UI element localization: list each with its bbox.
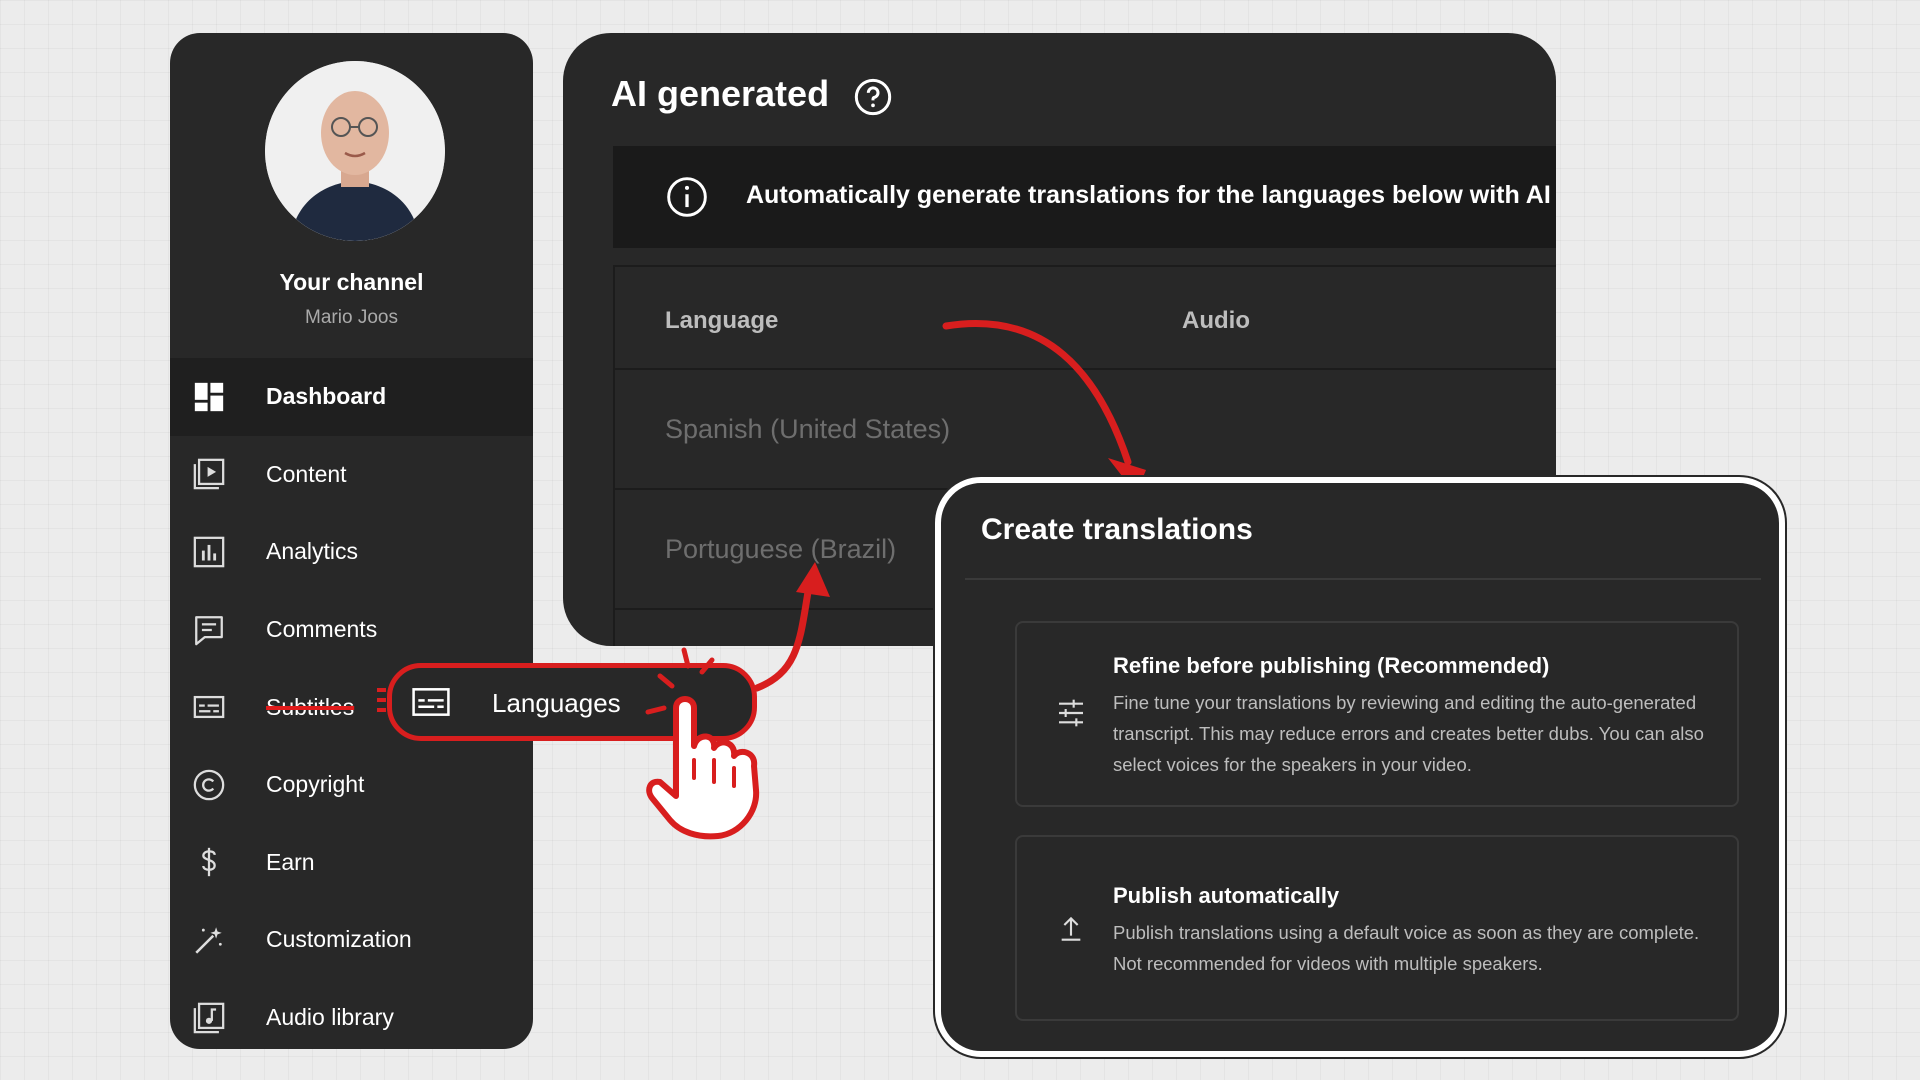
- publish-automatically-option[interactable]: Publish automatically Publish translatio…: [1015, 835, 1739, 1021]
- language-cell: Spanish (United States): [665, 414, 951, 444]
- earn-icon: [202, 848, 216, 877]
- help-icon[interactable]: [853, 77, 893, 117]
- refine-before-publishing-option[interactable]: Refine before publishing (Recommended) F…: [1015, 621, 1739, 807]
- channel-title: Your channel: [279, 269, 424, 295]
- sidebar-item-label: Analytics: [266, 538, 359, 565]
- comments-icon: [195, 615, 223, 645]
- sidebar-item-content[interactable]: Content: [170, 436, 533, 514]
- column-header-audio: Audio: [1182, 307, 1250, 334]
- option-title: Publish automatically: [1113, 883, 1340, 908]
- option-description: Publish translations using a default voi…: [1113, 922, 1700, 974]
- copyright-icon: [193, 769, 225, 801]
- table-row[interactable]: Spanish (United States): [615, 370, 1556, 490]
- languages-icon: [412, 688, 450, 716]
- sidebar-item-copyright[interactable]: Copyright: [170, 746, 533, 824]
- dashboard-icon: [194, 382, 224, 411]
- subtitles-icon: [193, 696, 225, 719]
- language-cell: Portuguese (Brazil): [665, 534, 897, 564]
- tune-icon: [1059, 699, 1083, 727]
- divider: [965, 578, 1761, 580]
- sidebar-item-label: Customization: [266, 926, 412, 953]
- languages-menu-item[interactable]: Languages: [387, 663, 757, 741]
- sidebar-item-earn[interactable]: Earn: [170, 824, 533, 902]
- upload-icon: [1061, 916, 1081, 941]
- dialog-title: Create translations: [981, 513, 1253, 546]
- sidebar-item-analytics[interactable]: Analytics: [170, 513, 533, 591]
- table-header: Language Audio: [615, 267, 1556, 370]
- panel-title: AI generated: [611, 73, 830, 114]
- sidebar-item-label: Comments: [266, 616, 378, 643]
- create-translations-dialog: Create translations Refine before publis…: [935, 477, 1785, 1057]
- sidebar-item-label: Audio library: [266, 1004, 394, 1031]
- info-banner: Automatically generate translations for …: [613, 146, 1556, 248]
- audio-library-icon: [193, 1002, 225, 1033]
- sidebar-item-audio-library[interactable]: Audio library: [170, 979, 533, 1049]
- content-icon: [193, 459, 225, 490]
- analytics-icon: [193, 536, 225, 568]
- sidebar-item-dashboard[interactable]: Dashboard: [170, 358, 533, 436]
- avatar[interactable]: [265, 61, 445, 241]
- sidebar-item-label: Dashboard: [266, 383, 387, 410]
- option-description: Fine tune your translations by reviewing…: [1113, 692, 1704, 775]
- option-title: Refine before publishing (Recommended): [1113, 653, 1550, 678]
- sidebar-item-comments[interactable]: Comments: [170, 591, 533, 669]
- column-header-language: Language: [665, 307, 779, 334]
- info-icon: [667, 177, 707, 217]
- avatar-photo: [265, 61, 445, 241]
- channel-name: Mario Joos: [305, 307, 398, 328]
- sidebar-item-label: Copyright: [266, 771, 365, 798]
- sidebar-item-label: Earn: [266, 848, 315, 875]
- customization-icon: [195, 927, 222, 954]
- languages-label: Languages: [492, 688, 621, 718]
- sidebar-item-label: Content: [266, 460, 347, 487]
- sidebar-item-label: Subtitles: [266, 693, 355, 720]
- banner-text: Automatically generate translations for …: [746, 181, 1551, 209]
- sidebar-item-customization[interactable]: Customization: [170, 901, 533, 979]
- sidebar: Your channel Mario Joos Dashboard Conten…: [170, 33, 533, 1049]
